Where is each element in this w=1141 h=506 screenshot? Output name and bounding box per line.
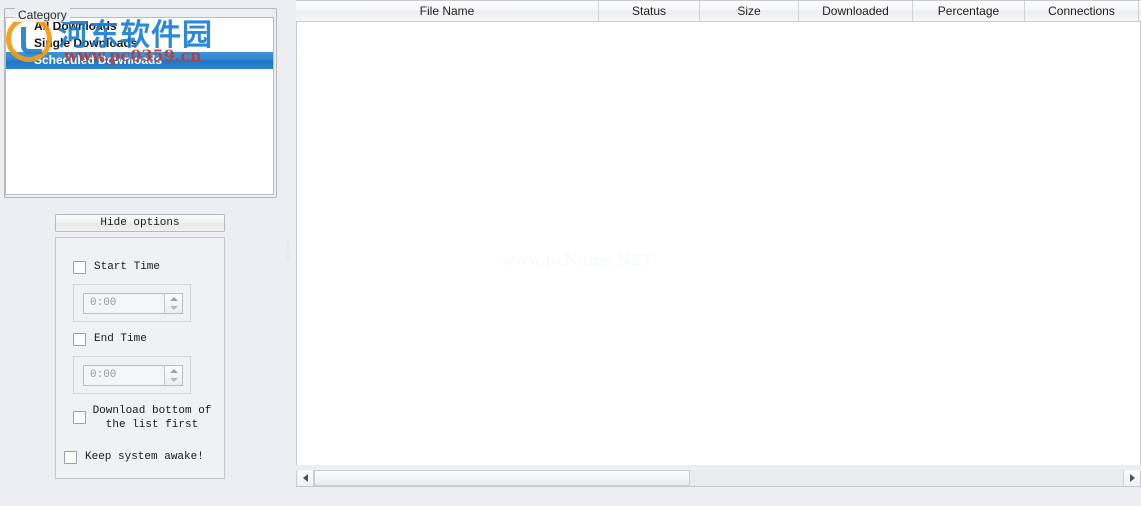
- scroll-left-button[interactable]: [297, 470, 314, 486]
- scrollbar-track[interactable]: [314, 470, 1123, 486]
- download-bottom-first-label: Download bottom of the list first: [92, 405, 212, 431]
- end-time-checkbox[interactable]: [73, 333, 86, 346]
- triangle-down-icon: [169, 306, 178, 311]
- splitter-grip-icon: [286, 238, 290, 260]
- end-time-label: End Time: [94, 333, 147, 345]
- application-window: Category All Downloads Single Downloads …: [0, 0, 1141, 506]
- column-header-downloaded[interactable]: Downloaded: [799, 1, 913, 21]
- horizontal-scrollbar[interactable]: [296, 470, 1141, 487]
- category-group-label: Category: [15, 8, 70, 22]
- column-header-size[interactable]: Size: [700, 1, 799, 21]
- column-header-percentage[interactable]: Percentage: [913, 1, 1025, 21]
- triangle-down-icon: [169, 378, 178, 383]
- category-item-scheduled-downloads[interactable]: Scheduled Downloads: [6, 52, 273, 69]
- download-bottom-first-row: Download bottom of the list first: [73, 404, 212, 432]
- end-time-spinner[interactable]: 0:00: [83, 365, 183, 386]
- end-time-value: 0:00: [90, 369, 117, 381]
- column-header-status[interactable]: Status: [599, 1, 700, 21]
- start-time-spin-down[interactable]: [165, 304, 182, 314]
- start-time-value: 0:00: [90, 297, 117, 309]
- start-time-spin-buttons[interactable]: [164, 294, 182, 313]
- arrow-left-icon: [302, 474, 308, 482]
- end-time-spin-up[interactable]: [165, 366, 182, 376]
- start-time-spin-up[interactable]: [165, 294, 182, 304]
- keep-awake-checkbox[interactable]: [64, 451, 77, 464]
- start-time-row: Start Time: [73, 261, 160, 274]
- end-time-spin-buttons[interactable]: [164, 366, 182, 385]
- column-header-file-name[interactable]: File Name: [296, 1, 599, 21]
- keep-awake-row: Keep system awake!: [64, 451, 204, 464]
- center-watermark-text: www.pcNume.NET: [502, 251, 654, 269]
- options-panel: Start Time 0:00 End Time 0:00 Download b…: [55, 237, 225, 479]
- end-time-spin-down[interactable]: [165, 376, 182, 386]
- bottom-strip: [0, 490, 1141, 506]
- scrollbar-thumb[interactable]: [314, 470, 691, 486]
- triangle-up-icon: [169, 296, 178, 301]
- start-time-checkbox[interactable]: [73, 261, 86, 274]
- downloads-table: File Name Status Size Downloaded Percent…: [296, 0, 1141, 488]
- table-body-empty[interactable]: www.pcNume.NET: [296, 22, 1141, 465]
- left-panel: Category All Downloads Single Downloads …: [0, 0, 282, 495]
- hide-options-button[interactable]: Hide options: [55, 214, 225, 232]
- table-header-row: File Name Status Size Downloaded Percent…: [296, 0, 1141, 22]
- end-time-row: End Time: [73, 333, 147, 346]
- column-header-connections[interactable]: Connections: [1025, 1, 1139, 21]
- start-time-spinner-frame: 0:00: [73, 284, 191, 322]
- download-bottom-first-checkbox[interactable]: [73, 411, 86, 424]
- category-list[interactable]: All Downloads Single Downloads Scheduled…: [5, 17, 274, 195]
- end-time-spinner-frame: 0:00: [73, 356, 191, 394]
- start-time-spinner[interactable]: 0:00: [83, 293, 183, 314]
- category-item-single-downloads[interactable]: Single Downloads: [6, 35, 273, 52]
- start-time-label: Start Time: [94, 261, 161, 273]
- scroll-right-button[interactable]: [1123, 470, 1140, 486]
- keep-awake-label: Keep system awake!: [85, 451, 204, 463]
- arrow-right-icon: [1129, 474, 1135, 482]
- triangle-up-icon: [169, 368, 178, 373]
- panel-splitter[interactable]: [283, 0, 293, 495]
